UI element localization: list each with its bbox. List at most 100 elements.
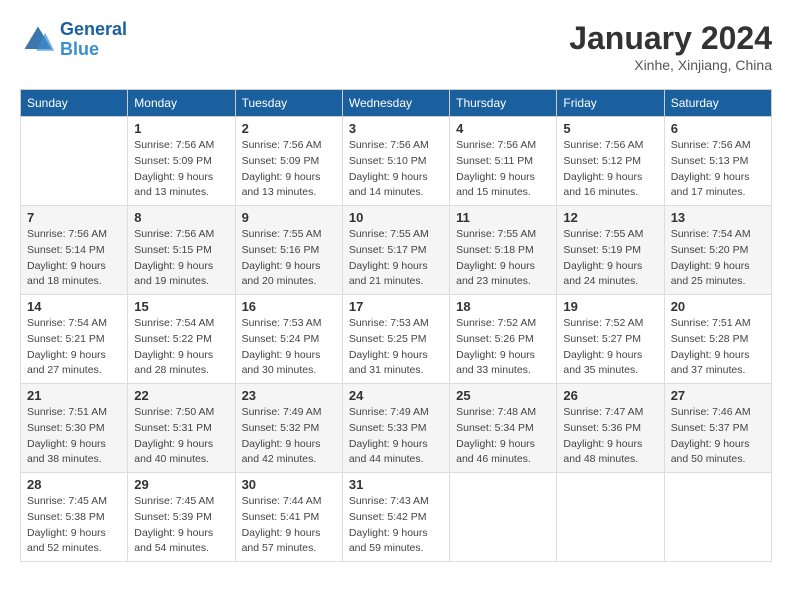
day-detail: Sunrise: 7:56 AMSunset: 5:09 PMDaylight:… (134, 138, 228, 201)
table-row: 4 Sunrise: 7:56 AMSunset: 5:11 PMDayligh… (450, 117, 557, 206)
table-row: 27 Sunrise: 7:46 AMSunset: 5:37 PMDaylig… (664, 384, 771, 473)
day-number: 22 (134, 388, 228, 403)
day-detail: Sunrise: 7:43 AMSunset: 5:42 PMDaylight:… (349, 494, 443, 557)
day-detail: Sunrise: 7:54 AMSunset: 5:20 PMDaylight:… (671, 227, 765, 290)
table-row: 26 Sunrise: 7:47 AMSunset: 5:36 PMDaylig… (557, 384, 664, 473)
table-row: 23 Sunrise: 7:49 AMSunset: 5:32 PMDaylig… (235, 384, 342, 473)
table-row: 13 Sunrise: 7:54 AMSunset: 5:20 PMDaylig… (664, 206, 771, 295)
table-row: 22 Sunrise: 7:50 AMSunset: 5:31 PMDaylig… (128, 384, 235, 473)
day-number: 5 (563, 121, 657, 136)
header-tuesday: Tuesday (235, 90, 342, 117)
day-detail: Sunrise: 7:56 AMSunset: 5:11 PMDaylight:… (456, 138, 550, 201)
table-row (21, 117, 128, 206)
table-row: 31 Sunrise: 7:43 AMSunset: 5:42 PMDaylig… (342, 473, 449, 562)
day-number: 29 (134, 477, 228, 492)
table-row: 30 Sunrise: 7:44 AMSunset: 5:41 PMDaylig… (235, 473, 342, 562)
table-row: 20 Sunrise: 7:51 AMSunset: 5:28 PMDaylig… (664, 295, 771, 384)
day-number: 7 (27, 210, 121, 225)
table-row: 25 Sunrise: 7:48 AMSunset: 5:34 PMDaylig… (450, 384, 557, 473)
page-header: General Blue January 2024 Xinhe, Xinjian… (20, 20, 772, 73)
table-row: 11 Sunrise: 7:55 AMSunset: 5:18 PMDaylig… (450, 206, 557, 295)
day-detail: Sunrise: 7:50 AMSunset: 5:31 PMDaylight:… (134, 405, 228, 468)
table-row: 19 Sunrise: 7:52 AMSunset: 5:27 PMDaylig… (557, 295, 664, 384)
day-number: 4 (456, 121, 550, 136)
day-number: 24 (349, 388, 443, 403)
table-row: 15 Sunrise: 7:54 AMSunset: 5:22 PMDaylig… (128, 295, 235, 384)
logo-text: General Blue (60, 20, 127, 60)
day-number: 30 (242, 477, 336, 492)
table-row: 17 Sunrise: 7:53 AMSunset: 5:25 PMDaylig… (342, 295, 449, 384)
day-detail: Sunrise: 7:45 AMSunset: 5:38 PMDaylight:… (27, 494, 121, 557)
table-row: 14 Sunrise: 7:54 AMSunset: 5:21 PMDaylig… (21, 295, 128, 384)
table-row: 12 Sunrise: 7:55 AMSunset: 5:19 PMDaylig… (557, 206, 664, 295)
day-number: 3 (349, 121, 443, 136)
day-detail: Sunrise: 7:52 AMSunset: 5:27 PMDaylight:… (563, 316, 657, 379)
table-row: 18 Sunrise: 7:52 AMSunset: 5:26 PMDaylig… (450, 295, 557, 384)
day-number: 16 (242, 299, 336, 314)
table-row (557, 473, 664, 562)
table-row: 7 Sunrise: 7:56 AMSunset: 5:14 PMDayligh… (21, 206, 128, 295)
location: Xinhe, Xinjiang, China (569, 57, 772, 73)
day-number: 26 (563, 388, 657, 403)
day-detail: Sunrise: 7:51 AMSunset: 5:28 PMDaylight:… (671, 316, 765, 379)
day-detail: Sunrise: 7:49 AMSunset: 5:33 PMDaylight:… (349, 405, 443, 468)
day-detail: Sunrise: 7:53 AMSunset: 5:25 PMDaylight:… (349, 316, 443, 379)
weekday-header-row: Sunday Monday Tuesday Wednesday Thursday… (21, 90, 772, 117)
header-monday: Monday (128, 90, 235, 117)
header-saturday: Saturday (664, 90, 771, 117)
day-detail: Sunrise: 7:45 AMSunset: 5:39 PMDaylight:… (134, 494, 228, 557)
day-detail: Sunrise: 7:49 AMSunset: 5:32 PMDaylight:… (242, 405, 336, 468)
logo-line1: General (60, 19, 127, 39)
header-wednesday: Wednesday (342, 90, 449, 117)
day-number: 12 (563, 210, 657, 225)
day-number: 15 (134, 299, 228, 314)
table-row (664, 473, 771, 562)
day-detail: Sunrise: 7:55 AMSunset: 5:17 PMDaylight:… (349, 227, 443, 290)
day-detail: Sunrise: 7:56 AMSunset: 5:10 PMDaylight:… (349, 138, 443, 201)
day-detail: Sunrise: 7:54 AMSunset: 5:21 PMDaylight:… (27, 316, 121, 379)
table-row: 9 Sunrise: 7:55 AMSunset: 5:16 PMDayligh… (235, 206, 342, 295)
table-row: 10 Sunrise: 7:55 AMSunset: 5:17 PMDaylig… (342, 206, 449, 295)
day-detail: Sunrise: 7:56 AMSunset: 5:09 PMDaylight:… (242, 138, 336, 201)
table-row: 3 Sunrise: 7:56 AMSunset: 5:10 PMDayligh… (342, 117, 449, 206)
day-detail: Sunrise: 7:47 AMSunset: 5:36 PMDaylight:… (563, 405, 657, 468)
table-row: 24 Sunrise: 7:49 AMSunset: 5:33 PMDaylig… (342, 384, 449, 473)
header-thursday: Thursday (450, 90, 557, 117)
day-detail: Sunrise: 7:55 AMSunset: 5:18 PMDaylight:… (456, 227, 550, 290)
calendar-week-row: 28 Sunrise: 7:45 AMSunset: 5:38 PMDaylig… (21, 473, 772, 562)
day-number: 14 (27, 299, 121, 314)
day-number: 9 (242, 210, 336, 225)
day-number: 10 (349, 210, 443, 225)
day-detail: Sunrise: 7:55 AMSunset: 5:19 PMDaylight:… (563, 227, 657, 290)
day-number: 23 (242, 388, 336, 403)
day-detail: Sunrise: 7:53 AMSunset: 5:24 PMDaylight:… (242, 316, 336, 379)
title-block: January 2024 Xinhe, Xinjiang, China (569, 20, 772, 73)
day-detail: Sunrise: 7:56 AMSunset: 5:14 PMDaylight:… (27, 227, 121, 290)
day-number: 18 (456, 299, 550, 314)
day-number: 6 (671, 121, 765, 136)
day-detail: Sunrise: 7:54 AMSunset: 5:22 PMDaylight:… (134, 316, 228, 379)
header-friday: Friday (557, 90, 664, 117)
day-detail: Sunrise: 7:56 AMSunset: 5:15 PMDaylight:… (134, 227, 228, 290)
table-row: 21 Sunrise: 7:51 AMSunset: 5:30 PMDaylig… (21, 384, 128, 473)
calendar-week-row: 7 Sunrise: 7:56 AMSunset: 5:14 PMDayligh… (21, 206, 772, 295)
table-row: 5 Sunrise: 7:56 AMSunset: 5:12 PMDayligh… (557, 117, 664, 206)
day-detail: Sunrise: 7:44 AMSunset: 5:41 PMDaylight:… (242, 494, 336, 557)
day-number: 17 (349, 299, 443, 314)
logo: General Blue (20, 20, 127, 60)
table-row: 8 Sunrise: 7:56 AMSunset: 5:15 PMDayligh… (128, 206, 235, 295)
day-detail: Sunrise: 7:56 AMSunset: 5:13 PMDaylight:… (671, 138, 765, 201)
calendar-week-row: 21 Sunrise: 7:51 AMSunset: 5:30 PMDaylig… (21, 384, 772, 473)
day-detail: Sunrise: 7:56 AMSunset: 5:12 PMDaylight:… (563, 138, 657, 201)
day-number: 25 (456, 388, 550, 403)
table-row: 28 Sunrise: 7:45 AMSunset: 5:38 PMDaylig… (21, 473, 128, 562)
day-number: 1 (134, 121, 228, 136)
table-row: 16 Sunrise: 7:53 AMSunset: 5:24 PMDaylig… (235, 295, 342, 384)
table-row: 2 Sunrise: 7:56 AMSunset: 5:09 PMDayligh… (235, 117, 342, 206)
month-title: January 2024 (569, 20, 772, 57)
day-number: 11 (456, 210, 550, 225)
calendar-table: Sunday Monday Tuesday Wednesday Thursday… (20, 89, 772, 562)
day-number: 2 (242, 121, 336, 136)
day-detail: Sunrise: 7:55 AMSunset: 5:16 PMDaylight:… (242, 227, 336, 290)
table-row: 1 Sunrise: 7:56 AMSunset: 5:09 PMDayligh… (128, 117, 235, 206)
